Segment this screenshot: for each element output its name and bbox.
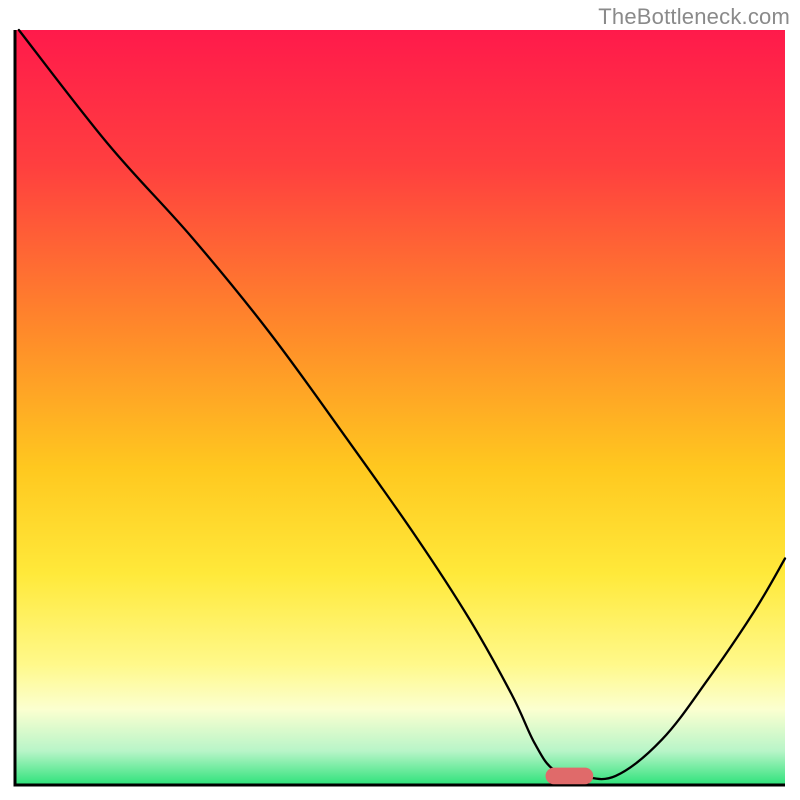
watermark-text: TheBottleneck.com [598, 4, 790, 30]
chart-canvas [0, 0, 800, 800]
bottleneck-chart: TheBottleneck.com [0, 0, 800, 800]
optimum-marker [546, 768, 594, 785]
gradient-background [15, 30, 785, 785]
